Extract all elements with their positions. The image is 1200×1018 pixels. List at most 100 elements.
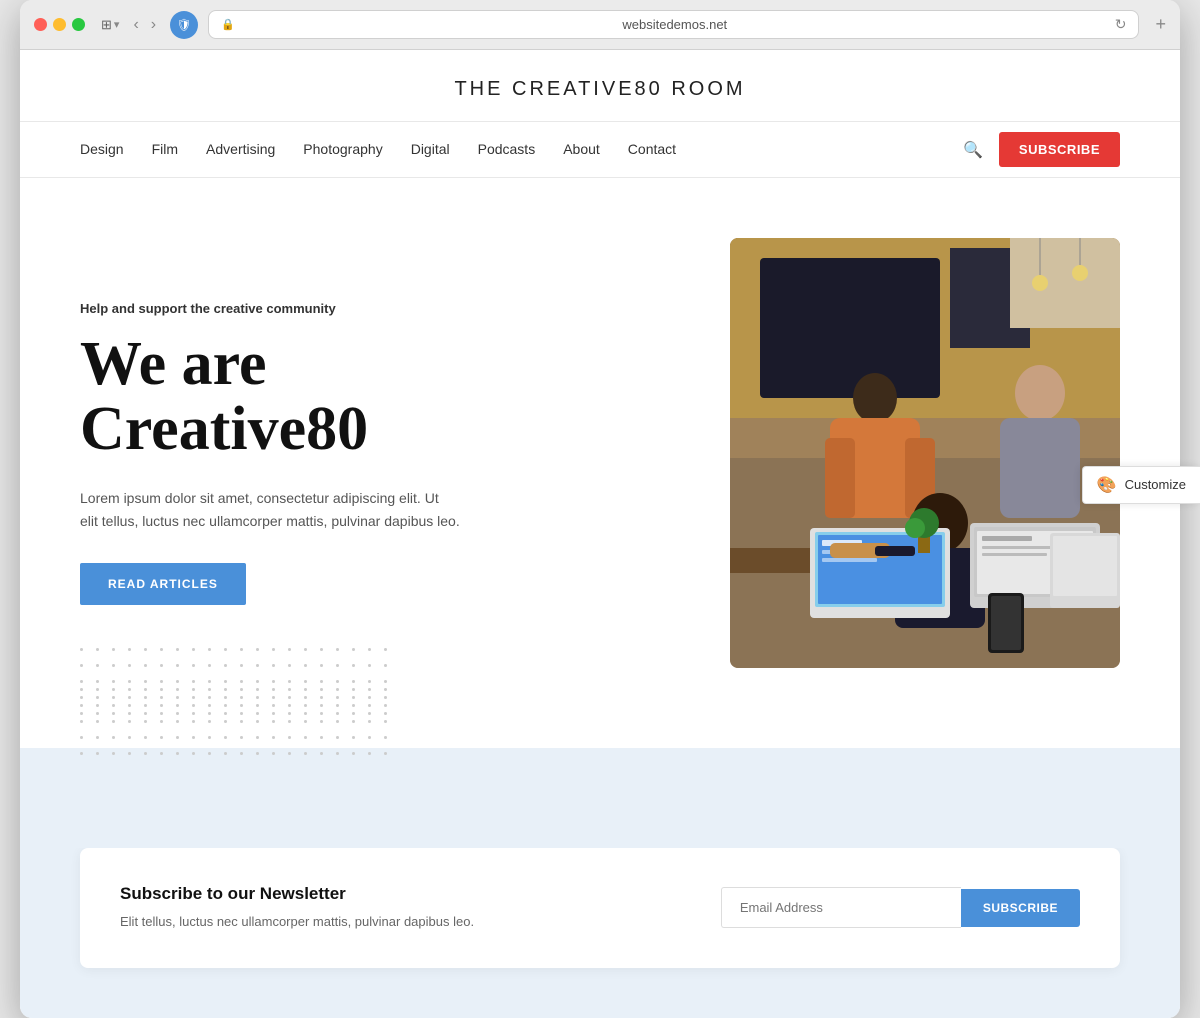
dot-item — [208, 752, 211, 755]
newsletter-subscribe-button[interactable]: SUBSCRIBE — [961, 889, 1080, 927]
dot-item — [320, 752, 323, 755]
dot-item — [96, 688, 99, 691]
dot-item — [336, 752, 339, 755]
nav-item-design[interactable]: Design — [80, 141, 124, 159]
hero-image — [730, 238, 1120, 668]
dot-item — [272, 704, 275, 707]
address-bar[interactable]: 🔒 websitedemos.net ↻ — [208, 10, 1139, 39]
nav-subscribe-button[interactable]: SUBSCRIBE — [999, 132, 1120, 167]
dot-item — [304, 720, 307, 723]
browser-toolbar: ⊞ ▾ ‹ › 🛡 🔒 websitedemos.net ↻ + — [20, 0, 1180, 50]
nav-item-film[interactable]: Film — [152, 141, 178, 159]
dot-item — [128, 688, 131, 691]
nav-link-podcasts[interactable]: Podcasts — [478, 141, 536, 157]
dot-item — [192, 688, 195, 691]
nav-link-film[interactable]: Film — [152, 141, 178, 157]
dot-item — [368, 720, 371, 723]
dot-item — [352, 736, 355, 739]
dot-item — [240, 680, 243, 683]
dot-item — [384, 648, 387, 651]
customize-widget[interactable]: 🎨 Customize — [1082, 466, 1200, 504]
maximize-button[interactable] — [72, 18, 85, 31]
dot-item — [272, 680, 275, 683]
nav-link-contact[interactable]: Contact — [628, 141, 676, 157]
dot-item — [256, 648, 259, 651]
dot-item — [80, 704, 83, 707]
dot-item — [176, 648, 179, 651]
nav-item-photography[interactable]: Photography — [303, 141, 382, 159]
dot-item — [160, 648, 163, 651]
nav-link-advertising[interactable]: Advertising — [206, 141, 275, 157]
team-photo-svg — [730, 238, 1120, 668]
newsletter-description: Elit tellus, luctus nec ullamcorper matt… — [120, 912, 681, 932]
dot-item — [288, 736, 291, 739]
nav-link-design[interactable]: Design — [80, 141, 124, 157]
dot-item — [272, 648, 275, 651]
dot-item — [128, 736, 131, 739]
dot-item — [192, 752, 195, 755]
dot-item — [192, 720, 195, 723]
dot-item — [368, 648, 371, 651]
read-articles-button[interactable]: READ ARTICLES — [80, 563, 246, 605]
browser-window: ⊞ ▾ ‹ › 🛡 🔒 websitedemos.net ↻ + THE CRE… — [20, 0, 1180, 1018]
brave-shield-icon[interactable]: 🛡 — [170, 11, 198, 39]
nav-item-podcasts[interactable]: Podcasts — [478, 141, 536, 159]
dot-item — [208, 704, 211, 707]
back-button[interactable]: ‹ — [129, 14, 142, 36]
nav-item-digital[interactable]: Digital — [411, 141, 450, 159]
dot-item — [320, 704, 323, 707]
search-icon[interactable]: 🔍 — [963, 140, 983, 160]
dot-item — [320, 648, 323, 651]
nav-link-photography[interactable]: Photography — [303, 141, 382, 157]
dots-pattern-lower — [80, 688, 398, 766]
nav-item-advertising[interactable]: Advertising — [206, 141, 275, 159]
newsletter-card: Subscribe to our Newsletter Elit tellus,… — [80, 848, 1120, 968]
minimize-button[interactable] — [53, 18, 66, 31]
dot-item — [160, 752, 163, 755]
dot-item — [288, 664, 291, 667]
dot-item — [112, 680, 115, 683]
dot-item — [128, 704, 131, 707]
dot-item — [144, 736, 147, 739]
sidebar-toggle[interactable]: ⊞ ▾ — [101, 17, 119, 33]
dot-item — [144, 664, 147, 667]
forward-button[interactable]: › — [147, 14, 160, 36]
dot-item — [80, 680, 83, 683]
dot-item — [224, 664, 227, 667]
dot-item — [144, 688, 147, 691]
dot-item — [160, 680, 163, 683]
dot-item — [336, 648, 339, 651]
dot-item — [192, 648, 195, 651]
refresh-icon[interactable]: ↻ — [1115, 16, 1127, 33]
dot-item — [160, 688, 163, 691]
dot-item — [112, 648, 115, 651]
dot-item — [192, 704, 195, 707]
new-tab-button[interactable]: + — [1155, 14, 1166, 35]
dot-item — [80, 752, 83, 755]
dot-item — [336, 688, 339, 691]
nav-item-contact[interactable]: Contact — [628, 141, 676, 159]
dot-item — [144, 720, 147, 723]
close-button[interactable] — [34, 18, 47, 31]
dot-item — [288, 648, 291, 651]
nav-buttons: ‹ › — [129, 14, 160, 36]
dot-item — [384, 736, 387, 739]
nav-item-about[interactable]: About — [563, 141, 600, 159]
dot-item — [304, 648, 307, 651]
dot-item — [80, 688, 83, 691]
dot-item — [320, 664, 323, 667]
dot-item — [336, 704, 339, 707]
dot-item — [192, 664, 195, 667]
dot-item — [256, 680, 259, 683]
dot-item — [352, 752, 355, 755]
dot-item — [368, 704, 371, 707]
nav-link-about[interactable]: About — [563, 141, 600, 157]
dot-item — [144, 704, 147, 707]
dot-item — [352, 688, 355, 691]
dot-item — [208, 720, 211, 723]
nav-link-digital[interactable]: Digital — [411, 141, 450, 157]
email-input[interactable] — [721, 887, 961, 928]
dot-item — [256, 720, 259, 723]
dot-item — [240, 688, 243, 691]
dot-item — [272, 664, 275, 667]
